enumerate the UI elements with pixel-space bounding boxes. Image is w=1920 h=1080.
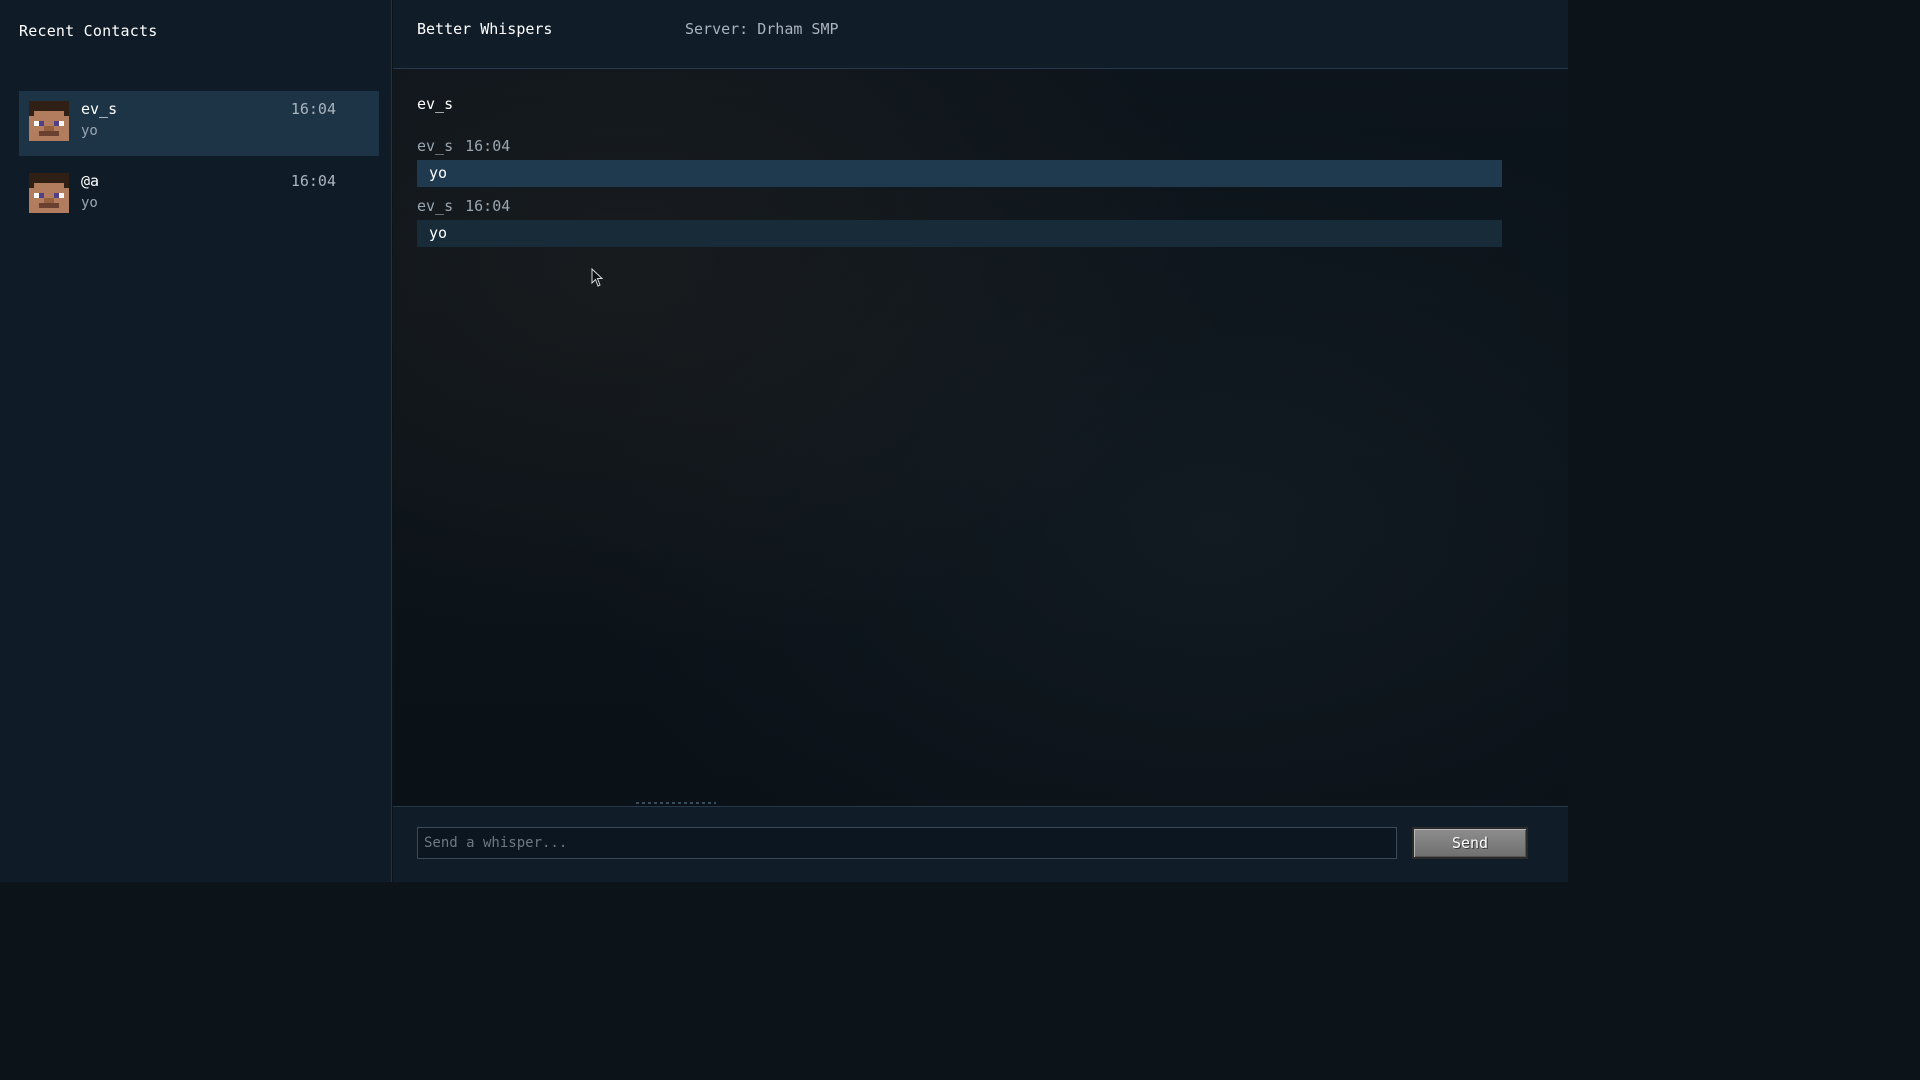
contact-name: @a bbox=[81, 172, 100, 190]
sidebar-title: Recent Contacts bbox=[19, 22, 158, 40]
send-button[interactable]: Send bbox=[1412, 827, 1528, 859]
contact-time: 16:04 bbox=[290, 172, 336, 190]
resize-handle[interactable] bbox=[636, 802, 716, 804]
contact-time: 16:04 bbox=[290, 100, 336, 118]
message-sender: ev_s bbox=[417, 137, 454, 155]
composer-bar: Send bbox=[393, 806, 1568, 882]
message-meta: ev_s 16:04 bbox=[417, 137, 510, 155]
conversation-contact-name: ev_s bbox=[417, 95, 454, 113]
message-time: 16:04 bbox=[465, 197, 511, 215]
message-sender: ev_s bbox=[417, 197, 454, 215]
contact-item-ev-s[interactable]: ev_s yo 16:04 bbox=[19, 91, 379, 156]
contact-preview: yo bbox=[81, 123, 98, 139]
contact-name: ev_s bbox=[81, 100, 118, 118]
contact-item-at-a[interactable]: @a yo 16:04 bbox=[19, 163, 379, 228]
whisper-input[interactable] bbox=[417, 827, 1397, 859]
message-time: 16:04 bbox=[465, 137, 511, 155]
steve-face-icon bbox=[29, 173, 69, 213]
better-whispers-screen: Recent Contacts ev_s yo 16:04 @a yo 16:0… bbox=[0, 0, 1568, 882]
server-label: Server: Drham SMP bbox=[685, 20, 839, 38]
app-title: Better Whispers bbox=[417, 20, 553, 38]
chat-header: Better Whispers Server: Drham SMP bbox=[393, 0, 1568, 69]
mouse-pointer-icon bbox=[591, 268, 604, 287]
steve-face-icon bbox=[29, 101, 69, 141]
chat-panel: Better Whispers Server: Drham SMP ev_s e… bbox=[393, 0, 1568, 882]
contact-preview: yo bbox=[81, 195, 98, 211]
message-bubble[interactable]: yo bbox=[417, 220, 1502, 247]
contacts-sidebar: Recent Contacts ev_s yo 16:04 @a yo 16:0… bbox=[0, 0, 392, 882]
message-bubble[interactable]: yo bbox=[417, 160, 1502, 187]
message-meta: ev_s 16:04 bbox=[417, 197, 510, 215]
